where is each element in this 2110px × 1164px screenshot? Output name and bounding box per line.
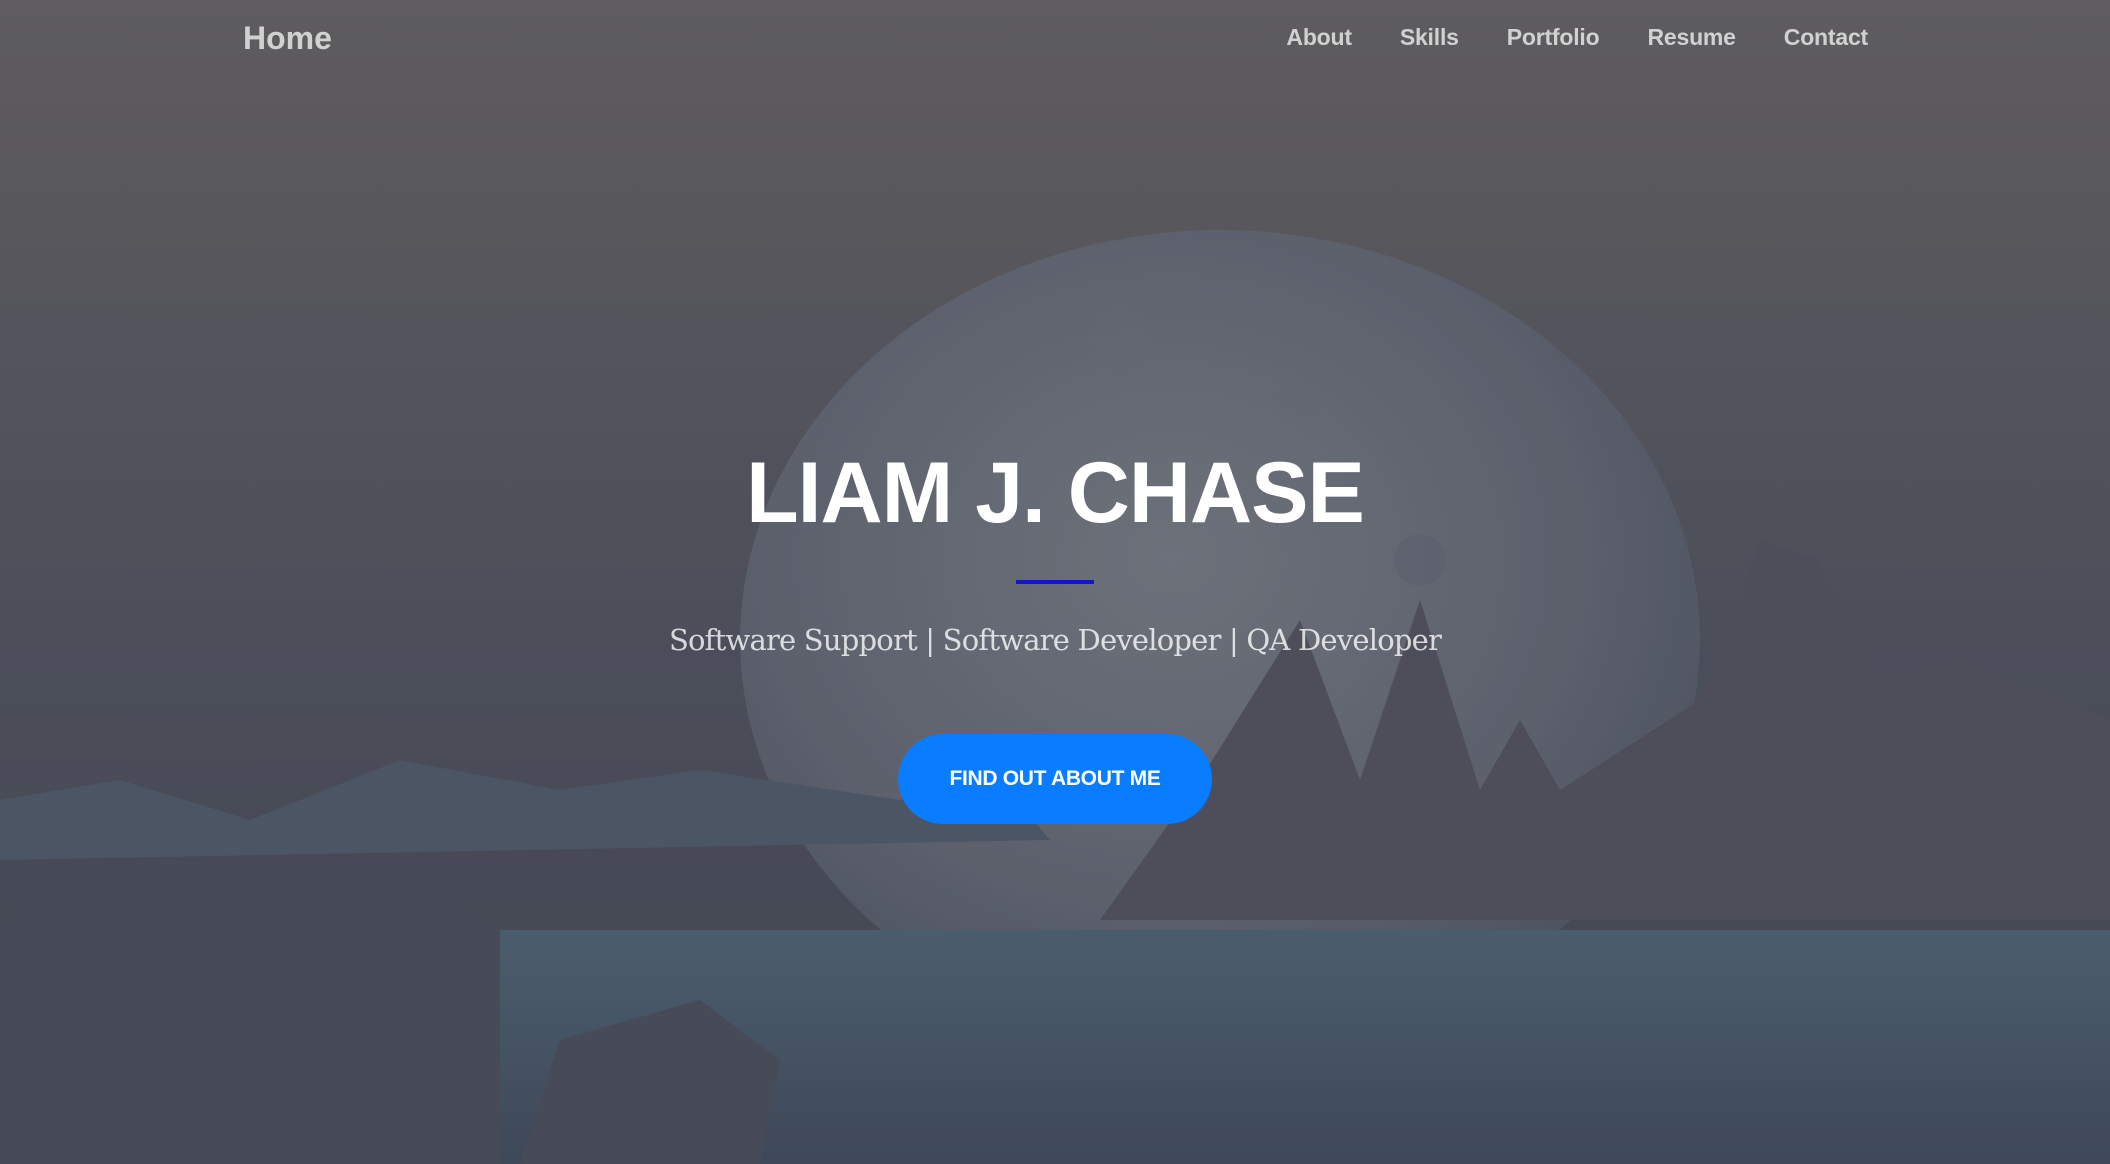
find-out-about-me-button[interactable]: FIND OUT ABOUT ME bbox=[898, 734, 1212, 824]
hero-section: LIAM J. CHASE Software Support | Softwar… bbox=[0, 0, 2110, 1164]
hero-title: LIAM J. CHASE bbox=[746, 445, 1365, 541]
hero-subtitle: Software Support | Software Developer | … bbox=[668, 623, 1442, 657]
hero-divider bbox=[1016, 580, 1094, 584]
